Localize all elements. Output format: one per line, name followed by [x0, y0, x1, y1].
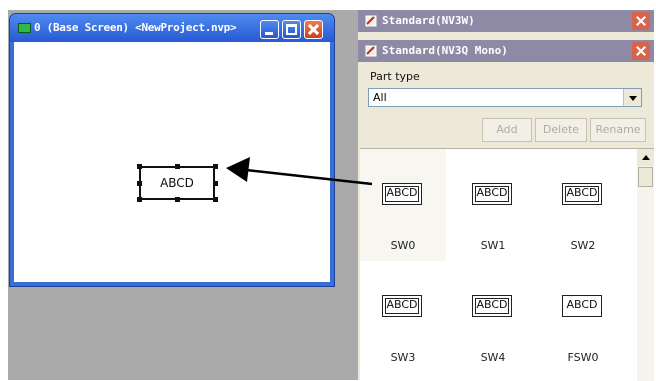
chevron-down-icon[interactable]	[623, 89, 641, 106]
part-item-sw0[interactable]: ABCD SW0	[360, 149, 446, 261]
selection-handle[interactable]	[137, 181, 142, 186]
add-button[interactable]: Add	[482, 118, 532, 142]
delete-button[interactable]: Delete	[535, 118, 587, 142]
part-label: SW4	[480, 351, 506, 364]
part-label: SW2	[570, 239, 596, 252]
part-label: SW0	[390, 239, 416, 252]
selection-handle[interactable]	[175, 164, 180, 169]
rename-button[interactable]: Rename	[590, 118, 646, 142]
parts-palette[interactable]: ABCD SW0 ABCD SW1 ABCD SW2 ABCD SW3 ABCD…	[360, 148, 654, 381]
part-type-label: Part type	[370, 70, 420, 83]
switch-part-icon: ABCD	[562, 295, 602, 317]
part-type-select[interactable]: All	[368, 88, 642, 107]
close-panel-button[interactable]	[632, 42, 650, 60]
screen-icon	[18, 23, 31, 33]
parts-panel-area: Standard(NV3W) Standard(NV3Q Mono) Part …	[358, 10, 654, 381]
selection-handle[interactable]	[175, 197, 180, 202]
part-item-sw1[interactable]: ABCD SW1	[450, 149, 536, 261]
selection-handle[interactable]	[213, 164, 218, 169]
switch-part-icon: ABCD	[562, 183, 602, 205]
selection-handle[interactable]	[213, 181, 218, 186]
scrollbar-thumb[interactable]	[638, 167, 653, 187]
close-panel-button[interactable]	[632, 12, 650, 30]
part-label: SW3	[390, 351, 416, 364]
base-screen-window[interactable]: 0 (Base Screen) <NewProject.nvp> ABCD	[10, 14, 334, 286]
selection-handle[interactable]	[213, 197, 218, 202]
part-label: FSW0	[567, 351, 599, 364]
part-item-sw4[interactable]: ABCD SW4	[450, 261, 536, 373]
panel-title-nv3q[interactable]: Standard(NV3Q Mono)	[358, 40, 654, 62]
part-item-sw3[interactable]: ABCD SW3	[360, 261, 446, 373]
window-title-bar[interactable]: 0 (Base Screen) <NewProject.nvp>	[10, 14, 334, 42]
close-button[interactable]	[304, 20, 323, 39]
switch-part-icon: ABCD	[382, 295, 422, 317]
selection-handle[interactable]	[137, 164, 142, 169]
parts-library-icon	[365, 15, 377, 27]
minimize-button[interactable]	[260, 20, 279, 39]
part-item-fsw0[interactable]: ABCD FSW0	[540, 261, 626, 373]
chevron-up-icon[interactable]	[637, 149, 654, 166]
screen-canvas[interactable]: ABCD	[14, 42, 330, 282]
window-title: 0 (Base Screen) <NewProject.nvp>	[34, 21, 237, 34]
placed-switch-part[interactable]: ABCD	[139, 166, 215, 200]
switch-part-icon: ABCD	[472, 295, 512, 317]
panel-title-text: Standard(NV3Q Mono)	[382, 44, 508, 57]
panel-title-text: Standard(NV3W)	[382, 14, 475, 27]
part-type-value: All	[373, 91, 387, 104]
panel-gap	[358, 32, 654, 40]
maximize-button[interactable]	[282, 20, 301, 39]
part-label: SW1	[480, 239, 506, 252]
switch-part-icon: ABCD	[382, 183, 422, 205]
palette-scrollbar[interactable]	[637, 149, 654, 381]
switch-part-icon: ABCD	[472, 183, 512, 205]
part-item-sw2[interactable]: ABCD SW2	[540, 149, 626, 261]
selection-handle[interactable]	[137, 197, 142, 202]
panel-title-nv3w[interactable]: Standard(NV3W)	[358, 10, 654, 32]
parts-library-icon	[365, 45, 377, 57]
